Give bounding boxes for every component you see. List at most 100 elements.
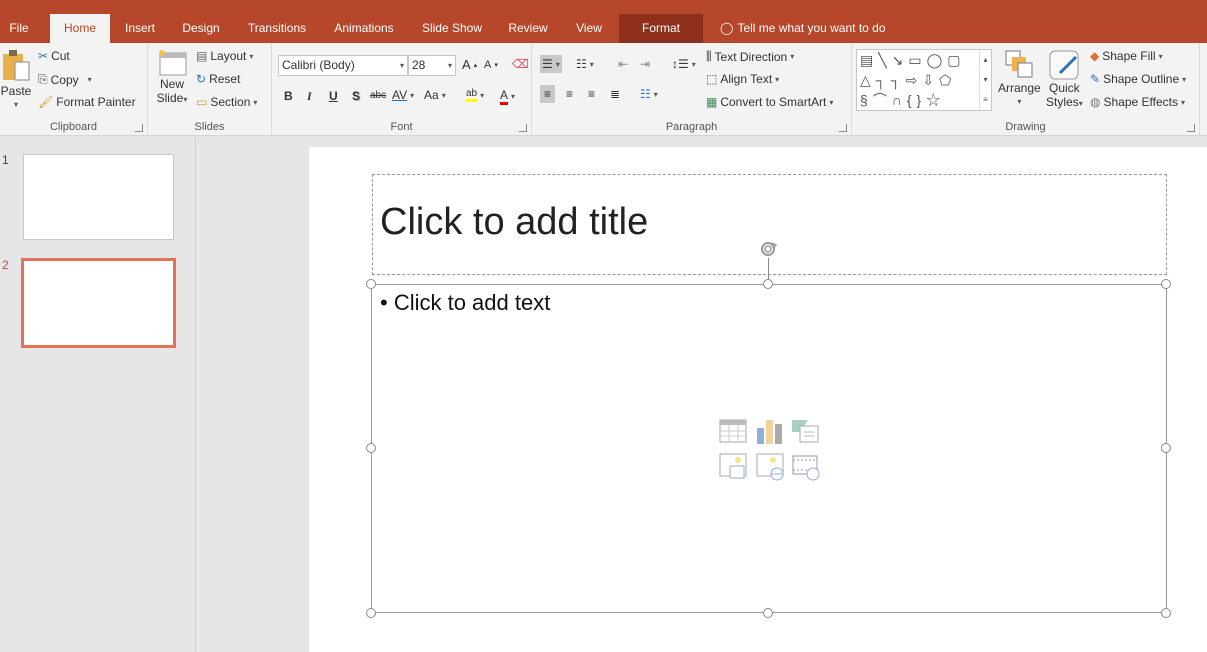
copy-label: Copy: [50, 72, 79, 87]
grow-font-button[interactable]: A ▴: [462, 57, 477, 72]
shadow-button[interactable]: S: [352, 89, 360, 103]
quick-styles-label-1: Quick: [1049, 81, 1080, 95]
quick-styles-button[interactable]: Quick Styles▾: [1046, 49, 1083, 109]
layout-icon: ▤: [196, 49, 208, 63]
arrange-button[interactable]: Arrange ▾: [998, 49, 1041, 106]
shape-outline-button[interactable]: ✎ Shape Outline ▾: [1090, 72, 1186, 86]
paragraph-group: ☰ ▾ ☷ ▾ ⇤ ⇥ ↕☰ ▾ ≡ ≡ ≡ ≣ ☷ ▾ ⫼ Text Direction…: [532, 43, 852, 136]
new-slide-button[interactable]: New Slide▾: [154, 49, 190, 105]
cut-label: Cut: [51, 49, 70, 63]
layout-button[interactable]: ▤ Layout ▾: [196, 49, 253, 63]
align-text-icon: ⬚: [706, 72, 718, 86]
convert-smartart-button[interactable]: ▦ Convert to SmartArt ▾: [706, 95, 833, 109]
align-text-button[interactable]: ⬚ Align Text ▾: [706, 72, 779, 86]
shapes-gallery[interactable]: ▤╲↘▭◯▢ △┐┐⇨⇩⬠ §⌒∩{}☆ ▴ ▾ ≡: [856, 49, 992, 111]
paragraph-launcher-icon[interactable]: [839, 124, 847, 132]
tab-animations[interactable]: Animations: [324, 14, 404, 43]
decrease-indent-button[interactable]: ⇤: [618, 57, 628, 71]
chevron-down-icon: ▾: [253, 97, 258, 107]
font-size-dropdown[interactable]: 28 ▾: [408, 55, 456, 76]
paintbrush-icon: 🖌: [38, 95, 54, 109]
drawing-launcher-icon[interactable]: [1187, 124, 1195, 132]
increase-indent-button[interactable]: ⇥: [640, 57, 650, 71]
line-spacing-button[interactable]: ↕☰ ▾: [672, 57, 696, 71]
content-placeholder[interactable]: • Click to add text: [371, 284, 1167, 613]
tab-file[interactable]: File: [0, 14, 38, 43]
align-text-label: Align Text: [720, 72, 773, 86]
underline-button[interactable]: U: [329, 89, 338, 103]
tab-slide-show[interactable]: Slide Show: [414, 14, 490, 43]
tab-home[interactable]: Home: [50, 14, 110, 43]
italic-button[interactable]: I: [307, 89, 312, 104]
reset-button[interactable]: ↻ Reset: [196, 72, 240, 86]
highlight-button[interactable]: ab ▾: [466, 88, 484, 102]
strikethrough-button[interactable]: abc: [370, 90, 386, 101]
insert-picture-icon[interactable]: [718, 452, 748, 482]
font-name-dropdown[interactable]: Calibri (Body) ▾: [278, 55, 408, 76]
tab-insert[interactable]: Insert: [116, 14, 164, 43]
clear-formatting-button[interactable]: ⌫: [512, 57, 529, 71]
font-name-value: Calibri (Body): [282, 58, 355, 72]
change-case-button[interactable]: Aa ▾: [424, 88, 446, 102]
convert-smartart-label: Convert to SmartArt: [720, 95, 827, 109]
insert-chart-icon[interactable]: [755, 416, 785, 446]
chevron-down-icon: ▾: [1180, 97, 1185, 107]
resize-handle-bottom[interactable]: [763, 608, 773, 618]
chevron-down-icon: ▾: [790, 52, 795, 61]
text-direction-button[interactable]: ⫼ Text Direction ▾: [706, 49, 794, 64]
tab-transitions[interactable]: Transitions: [238, 14, 316, 43]
drawing-group-label: Drawing: [1005, 121, 1046, 133]
tab-format[interactable]: Format: [619, 14, 703, 43]
insert-smartart-icon[interactable]: [790, 416, 820, 446]
shrink-font-button[interactable]: A ▾: [484, 59, 498, 71]
shape-fill-button[interactable]: ◆ Shape Fill ▾: [1090, 49, 1163, 63]
gallery-scroll[interactable]: ▴ ▾ ≡: [979, 50, 991, 110]
resize-handle-right[interactable]: [1161, 443, 1171, 453]
cut-button[interactable]: ✂ Cut: [38, 49, 70, 63]
chevron-down-icon: ▾: [1078, 99, 1083, 108]
tab-view[interactable]: View: [566, 14, 612, 43]
align-left-button[interactable]: ≡: [540, 85, 556, 103]
tab-design[interactable]: Design: [174, 14, 228, 43]
shape-effects-icon: ◍: [1090, 95, 1101, 109]
section-icon: ▭: [196, 95, 208, 109]
rotate-handle-icon[interactable]: [758, 239, 778, 259]
character-spacing-button[interactable]: AV ▾: [392, 88, 414, 102]
title-placeholder-text: Click to add title: [380, 201, 649, 243]
resize-handle-bottom-left[interactable]: [366, 608, 376, 618]
resize-handle-top-right[interactable]: [1161, 279, 1171, 289]
align-center-button[interactable]: ≡: [566, 87, 573, 101]
resize-handle-top-left[interactable]: [366, 279, 376, 289]
slide-thumbnail[interactable]: [23, 154, 174, 240]
tell-me-box[interactable]: ◯ Tell me what you want to do: [720, 14, 886, 43]
shape-effects-button[interactable]: ◍ Shape Effects ▾: [1090, 95, 1185, 109]
clipboard-launcher-icon[interactable]: [135, 124, 143, 132]
insert-online-picture-icon[interactable]: [755, 452, 785, 482]
insert-video-icon[interactable]: [791, 452, 821, 482]
bold-button[interactable]: B: [284, 89, 293, 103]
slide-thumbnail-selected[interactable]: [21, 258, 176, 348]
columns-button[interactable]: ☷ ▾: [640, 87, 658, 101]
justify-button[interactable]: ≣: [610, 87, 620, 101]
numbering-button[interactable]: ☷ ▾: [576, 57, 594, 71]
shapes-row-1: ▤╲↘▭◯▢: [860, 52, 966, 68]
title-placeholder[interactable]: Click to add title: [372, 174, 1167, 275]
paste-icon: [3, 50, 30, 81]
ribbon-tab-bar: File Home Insert Design Transitions Anim…: [0, 14, 1207, 43]
font-group: Calibri (Body) ▾ 28 ▾ A ▴ A ▾ ⌫ B I U S abc …: [272, 43, 532, 136]
font-color-button[interactable]: A ▾: [500, 88, 515, 105]
section-button[interactable]: ▭ Section ▾: [196, 95, 257, 109]
resize-handle-left[interactable]: [366, 443, 376, 453]
paste-button[interactable]: Paste ▾: [0, 48, 32, 109]
font-launcher-icon[interactable]: [519, 124, 527, 132]
ribbon: Paste ▾ ✂ Cut ⎘ Copy ▾ 🖌 Format Painter Clip…: [0, 43, 1207, 136]
resize-handle-top[interactable]: [763, 279, 773, 289]
bullets-button[interactable]: ☰ ▾: [540, 55, 562, 73]
align-right-button[interactable]: ≡: [588, 87, 595, 101]
format-painter-button[interactable]: 🖌 Format Painter: [38, 95, 136, 109]
copy-icon: ⎘: [38, 72, 48, 86]
tab-review[interactable]: Review: [500, 14, 556, 43]
resize-handle-bottom-right[interactable]: [1161, 608, 1171, 618]
copy-button[interactable]: ⎘ Copy ▾: [38, 72, 92, 87]
insert-table-icon[interactable]: [718, 416, 748, 446]
